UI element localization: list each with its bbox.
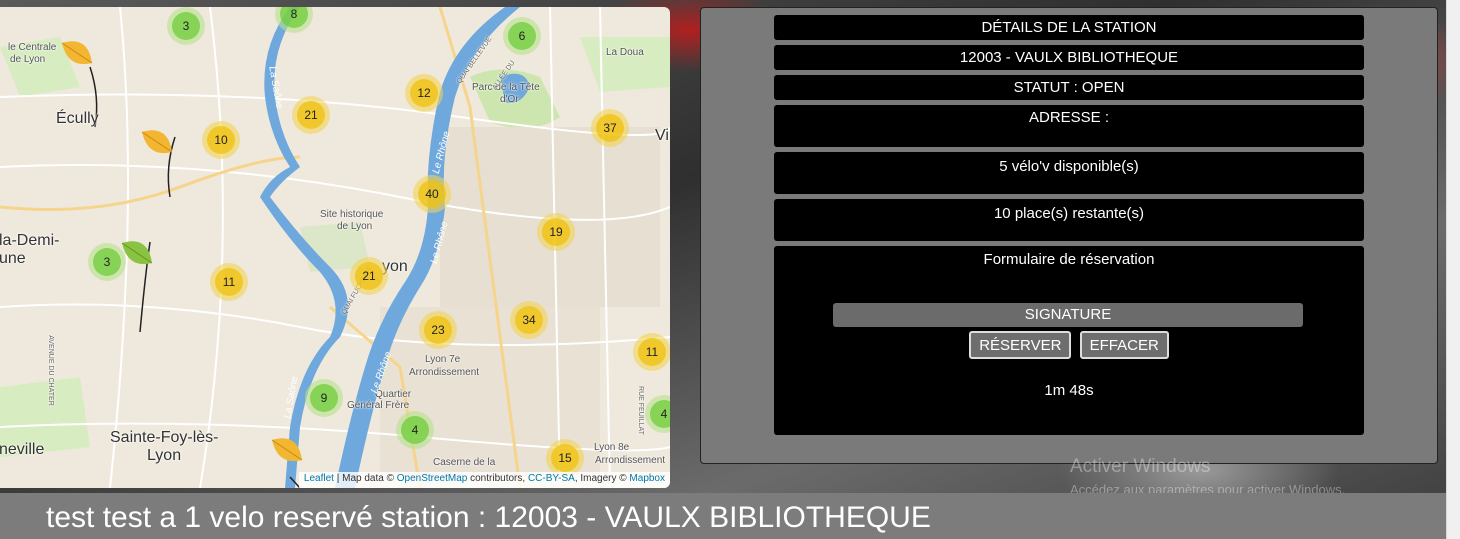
openstreetmap-link[interactable]: OpenStreetMap — [397, 473, 468, 484]
place-label: Caserne de la — [433, 457, 496, 468]
reserve-button[interactable]: RÉSERVER — [969, 331, 1072, 359]
station-cluster-marker[interactable]: 21 — [350, 257, 388, 295]
attribution-text: , Imagery © — [574, 473, 630, 484]
station-cluster-marker[interactable]: 34 — [510, 301, 548, 339]
panel-title: DÉTAILS DE LA STATION — [774, 15, 1364, 40]
station-cluster-marker[interactable]: 23 — [419, 311, 457, 349]
attribution-text: | Map data © — [333, 473, 397, 484]
place-label: Lyon 8e — [594, 442, 630, 453]
activate-windows-watermark: Activer Windows Accédez aux paramètres p… — [1070, 456, 1345, 497]
cluster-count: 40 — [418, 180, 446, 208]
station-cluster-marker[interactable]: 9 — [305, 379, 343, 417]
clear-button[interactable]: EFFACER — [1079, 331, 1169, 359]
leaf-marker-icon[interactable] — [138, 124, 176, 164]
cc-by-sa-link[interactable]: CC-BY-SA — [528, 473, 575, 484]
cluster-count: 8 — [280, 7, 308, 28]
cluster-count: 12 — [410, 79, 438, 107]
station-map[interactable]: Écully la-Demi- une Sainte-Foy-lès- Lyon… — [0, 7, 670, 488]
place-label: de Lyon — [337, 221, 373, 232]
station-cluster-marker[interactable]: 3 — [88, 243, 126, 281]
form-buttons: RÉSERVER EFFACER — [774, 331, 1364, 359]
leaf-marker-icon[interactable] — [268, 432, 306, 472]
place-label: Lyon — [147, 447, 182, 464]
cluster-count: 4 — [401, 416, 429, 444]
reservation-timer: 1m 48s — [1044, 382, 1094, 399]
place-label: La Doua — [606, 47, 644, 58]
station-cluster-marker[interactable]: 12 — [405, 74, 443, 112]
station-cluster-marker[interactable]: 11 — [210, 263, 248, 301]
station-cluster-marker[interactable]: 19 — [537, 213, 575, 251]
cluster-count: 21 — [355, 262, 383, 290]
place-label: Site historique — [320, 209, 384, 220]
place-label: le Centrale — [8, 42, 57, 53]
attribution-text: contributors, — [467, 473, 528, 484]
cluster-count: 37 — [596, 114, 624, 142]
place-label: Écully — [56, 110, 99, 127]
station-cluster-marker[interactable]: 40 — [413, 175, 451, 213]
page-scrollbar[interactable] — [1446, 0, 1460, 539]
watermark-title: Activer Windows — [1070, 456, 1211, 477]
reservation-status-text: test test a 1 velo reservé station : 120… — [46, 501, 931, 534]
station-cluster-marker[interactable]: 3 — [167, 7, 205, 45]
cluster-count: 15 — [551, 444, 579, 472]
station-cluster-marker[interactable]: 37 — [591, 109, 629, 147]
mapbox-link[interactable]: Mapbox — [629, 473, 665, 484]
signature-canvas[interactable]: SIGNATURE — [833, 303, 1303, 327]
station-cluster-marker[interactable]: 4 — [396, 411, 434, 449]
place-label: Parc de la Tête — [472, 82, 540, 93]
cluster-count: 9 — [310, 384, 338, 412]
station-details-panel: DÉTAILS DE LA STATION 12003 - VAULX BIBL… — [700, 7, 1438, 464]
map-attribution: Leaflet | Map data © OpenStreetMap contr… — [298, 472, 670, 488]
places-remaining: 10 place(s) restante(s) — [774, 199, 1364, 241]
place-label: Lyon 7e — [425, 354, 461, 365]
station-cluster-marker[interactable]: 11 — [633, 333, 670, 371]
leaflet-link[interactable]: Leaflet — [304, 473, 334, 484]
cluster-count: 11 — [215, 268, 243, 296]
place-label: Arrondissement — [595, 455, 666, 466]
place-label: la-Demi- — [0, 232, 60, 249]
cluster-count: 4 — [650, 400, 670, 428]
cluster-count: 23 — [424, 316, 452, 344]
cluster-count: 19 — [542, 218, 570, 246]
station-name: 12003 - VAULX BIBLIOTHEQUE — [774, 45, 1364, 70]
place-label: Vi — [655, 127, 669, 144]
reservation-footer: test test a 1 velo reservé station : 120… — [0, 493, 1446, 539]
station-cluster-marker[interactable]: 10 — [202, 121, 240, 159]
place-label: Arrondissement — [409, 367, 480, 378]
place-label: d'Or — [500, 94, 519, 105]
station-cluster-marker[interactable]: 6 — [503, 17, 541, 55]
cluster-count: 6 — [508, 22, 536, 50]
place-label: neville — [0, 441, 45, 458]
cluster-count: 11 — [638, 338, 666, 366]
cluster-count: 3 — [93, 248, 121, 276]
station-status: STATUT : OPEN — [774, 75, 1364, 100]
place-label: Sainte-Foy-lès- — [110, 429, 219, 446]
place-label: Général Frère — [347, 400, 410, 411]
place-label: de Lyon — [10, 54, 46, 65]
form-title: Formulaire de réservation — [983, 251, 1155, 268]
place-label: une — [0, 250, 26, 267]
cluster-count: 34 — [515, 306, 543, 334]
cluster-count: 10 — [207, 126, 235, 154]
leaf-marker-icon[interactable] — [58, 35, 96, 75]
reservation-form: Formulaire de réservation SIGNATURE RÉSE… — [774, 246, 1364, 435]
bikes-available: 5 vélo'v disponible(s) — [774, 152, 1364, 194]
station-cluster-marker[interactable]: 21 — [292, 96, 330, 134]
cluster-count: 3 — [172, 12, 200, 40]
station-address: ADRESSE : — [774, 105, 1364, 147]
street-label: AVENUE DU CHATER — [46, 335, 54, 406]
cluster-count: 21 — [297, 101, 325, 129]
street-label: RUE FEUILLAT — [636, 386, 644, 435]
